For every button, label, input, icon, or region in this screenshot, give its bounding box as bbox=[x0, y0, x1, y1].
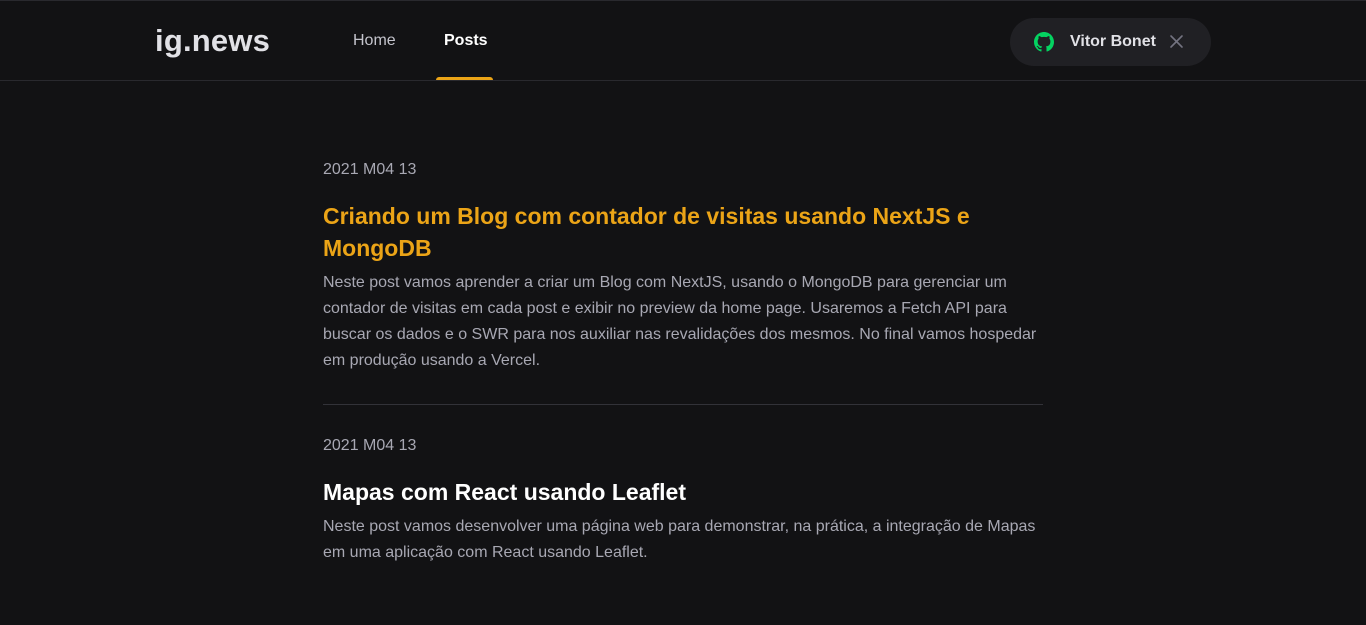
logo[interactable]: ig.news bbox=[155, 23, 270, 59]
nav-home-link[interactable]: Home bbox=[353, 32, 396, 50]
github-user-button[interactable]: Vitor Bonet bbox=[1010, 18, 1211, 66]
post-excerpt: Neste post vamos desenvolver uma página … bbox=[323, 518, 1036, 561]
nav-posts-link[interactable]: Posts bbox=[444, 32, 488, 50]
post-divider bbox=[323, 404, 1043, 405]
post-item[interactable]: 2021 M04 13 Criando um Blog com contador… bbox=[323, 160, 1043, 374]
post-date: 2021 M04 13 bbox=[323, 437, 417, 454]
post-date: 2021 M04 13 bbox=[323, 161, 417, 178]
post-item[interactable]: 2021 M04 13 Mapas com React usando Leafl… bbox=[323, 436, 1043, 566]
top-header: ig.news Home Posts Vitor Bonet bbox=[0, 0, 1366, 81]
github-icon bbox=[1034, 32, 1054, 52]
close-icon[interactable] bbox=[1169, 34, 1184, 49]
post-excerpt: Neste post vamos aprender a criar um Blo… bbox=[323, 274, 1037, 369]
post-title[interactable]: Criando um Blog com contador de visitas … bbox=[323, 200, 1043, 264]
active-nav-indicator bbox=[436, 77, 493, 80]
user-name: Vitor Bonet bbox=[1070, 33, 1156, 50]
post-title[interactable]: Mapas com React usando Leaflet bbox=[323, 476, 1043, 508]
